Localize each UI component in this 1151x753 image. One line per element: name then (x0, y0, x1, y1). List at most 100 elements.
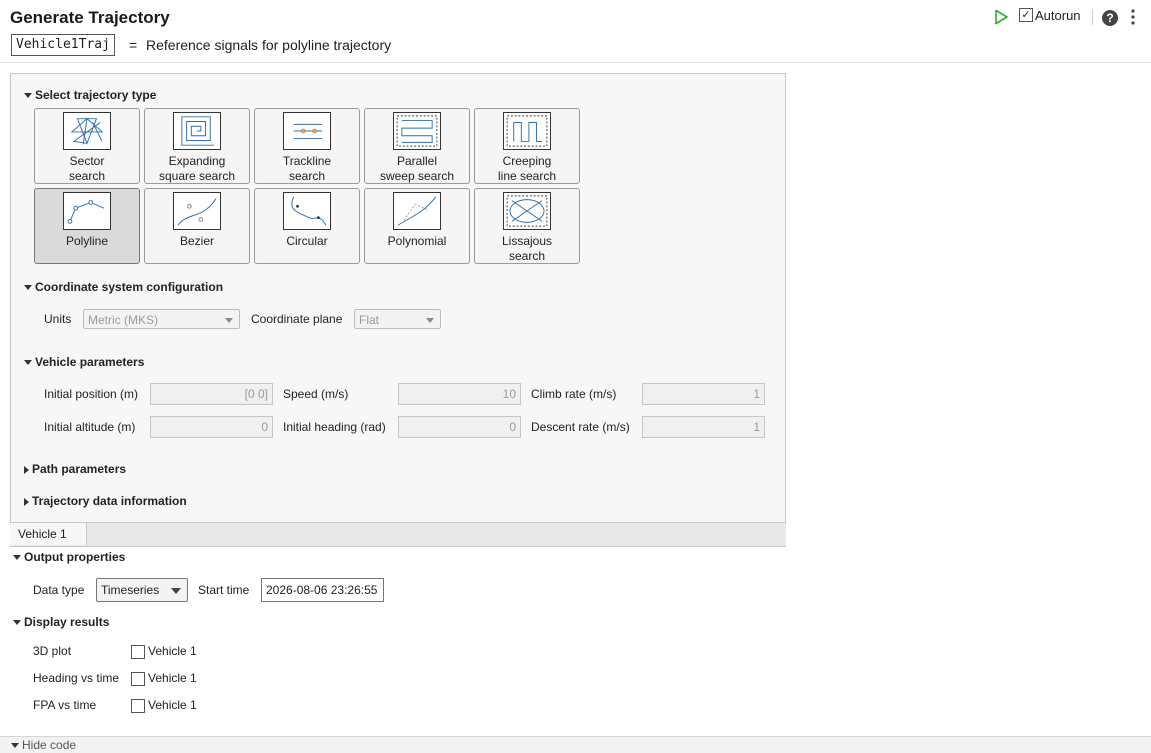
initial-position-field[interactable]: [0 0] (150, 383, 273, 405)
section-heading: Output properties (24, 550, 126, 564)
start-time-field[interactable]: 2026-08-06 23:26:55 (261, 578, 384, 602)
chevron-down-icon (426, 318, 434, 323)
tile-bezier[interactable]: Bezier (144, 188, 250, 264)
tile-sector-search[interactable]: Sector search (34, 108, 140, 184)
tile-label: Trackline search (282, 154, 332, 183)
caret-right-icon (24, 497, 29, 506)
chevron-down-icon (225, 318, 233, 323)
plot-3d-vehicle-1-label: Vehicle 1 (148, 644, 197, 658)
more-options-icon[interactable] (1128, 8, 1138, 26)
code-footer-bar (0, 736, 1151, 753)
creeping-line-search-icon (503, 112, 551, 150)
tile-expanding-square-search[interactable]: Expanding square search (144, 108, 250, 184)
trackline-search-icon (283, 112, 331, 150)
descent-rate-label: Descent rate (m/s) (531, 420, 630, 434)
tile-label: Sector search (68, 154, 106, 183)
fpa-vs-time-label: FPA vs time (33, 698, 97, 712)
section-vehicle-parameters[interactable]: Vehicle parameters (24, 355, 144, 369)
speed-label: Speed (m/s) (283, 387, 349, 401)
autorun-checkbox[interactable]: ✓ (1019, 8, 1033, 22)
coordinate-plane-value: Flat (359, 313, 380, 327)
units-dropdown[interactable]: Metric (MKS) (83, 309, 240, 329)
tile-creeping-line-search[interactable]: Creeping line search (474, 108, 580, 184)
tile-polyline[interactable]: Polyline (34, 188, 140, 264)
vehicle-tab-bar (10, 522, 786, 546)
tile-label: Lissajous search (501, 234, 553, 263)
units-label: Units (44, 312, 72, 326)
fpa-vs-time-vehicle-1-label: Vehicle 1 (148, 698, 197, 712)
tile-parallel-sweep-search[interactable]: Parallel sweep search (364, 108, 470, 184)
page-title: Generate Trajectory (10, 8, 170, 27)
section-heading: Coordinate system configuration (35, 280, 224, 294)
coordinate-plane-label: Coordinate plane (251, 312, 343, 326)
section-trajectory-data-information[interactable]: Trajectory data information (24, 494, 187, 508)
caret-down-icon (11, 743, 19, 749)
heading-vs-time-label: Heading vs time (33, 671, 120, 685)
caret-down-icon (24, 285, 32, 291)
output-variable-name[interactable]: Vehicle1Traj (11, 34, 115, 56)
fpa-vs-time-vehicle-1-checkbox[interactable] (131, 699, 145, 713)
section-select-trajectory-type[interactable]: Select trajectory type (24, 88, 156, 102)
run-icon[interactable] (993, 9, 1009, 25)
parallel-sweep-search-icon (393, 112, 441, 150)
section-display-results[interactable]: Display results (13, 615, 109, 629)
heading-vs-time-vehicle-1-checkbox[interactable] (131, 672, 145, 686)
initial-altitude-field[interactable]: 0 (150, 416, 273, 438)
circular-icon (283, 192, 331, 230)
tile-label: Creeping line search (497, 154, 557, 183)
chevron-down-icon (171, 588, 181, 594)
polynomial-icon (393, 192, 441, 230)
plot-3d-vehicle-1-checkbox[interactable] (131, 645, 145, 659)
plot-3d-label: 3D plot (33, 644, 72, 658)
tile-label: Polynomial (387, 234, 447, 248)
tile-label: Polyline (65, 234, 109, 248)
tile-label: Expanding square search (158, 154, 236, 183)
tile-label: Circular (286, 234, 328, 248)
hide-code-label: Hide code (22, 738, 77, 752)
section-heading: Display results (24, 615, 110, 629)
initial-heading-field[interactable]: 0 (398, 416, 521, 438)
task-description: Reference signals for polyline trajector… (146, 37, 392, 53)
units-value: Metric (MKS) (88, 313, 158, 327)
sector-search-icon (63, 112, 111, 150)
expanding-square-search-icon (173, 112, 221, 150)
tile-label: Bezier (179, 234, 214, 248)
tile-label: Parallel sweep search (379, 154, 455, 183)
climb-rate-field[interactable]: 1 (642, 383, 765, 405)
lissajous-search-icon (503, 192, 551, 230)
speed-field[interactable]: 10 (398, 383, 521, 405)
climb-rate-label: Climb rate (m/s) (531, 387, 617, 401)
hide-code-toggle[interactable]: Hide code (11, 738, 76, 752)
caret-right-icon (24, 465, 29, 474)
section-coordinate-system[interactable]: Coordinate system configuration (24, 280, 223, 294)
bezier-icon (173, 192, 221, 230)
caret-down-icon (24, 360, 32, 366)
descent-rate-field[interactable]: 1 (642, 416, 765, 438)
equals-sign: = (129, 37, 138, 53)
heading-vs-time-vehicle-1-label: Vehicle 1 (148, 671, 197, 685)
data-type-dropdown[interactable]: Timeseries (96, 578, 188, 602)
autorun-label: Autorun (1035, 8, 1081, 23)
initial-heading-label: Initial heading (rad) (283, 420, 386, 434)
tile-circular[interactable]: Circular (254, 188, 360, 264)
tile-trackline-search[interactable]: Trackline search (254, 108, 360, 184)
initial-altitude-label: Initial altitude (m) (44, 420, 136, 434)
polyline-icon (63, 192, 111, 230)
help-icon[interactable]: ? (1102, 10, 1118, 26)
section-heading: Path parameters (32, 462, 127, 476)
section-output-properties[interactable]: Output properties (13, 550, 125, 564)
tile-polynomial[interactable]: Polynomial (364, 188, 470, 264)
tile-lissajous-search[interactable]: Lissajous search (474, 188, 580, 264)
data-type-value: Timeseries (101, 583, 160, 597)
coordinate-plane-dropdown[interactable]: Flat (354, 309, 441, 329)
initial-position-label: Initial position (m) (44, 387, 139, 401)
start-time-label: Start time (198, 583, 250, 597)
tab-vehicle-1[interactable]: Vehicle 1 (10, 522, 87, 545)
caret-down-icon (13, 555, 21, 561)
caret-down-icon (24, 93, 32, 99)
section-path-parameters[interactable]: Path parameters (24, 462, 126, 476)
section-heading: Vehicle parameters (35, 355, 145, 369)
section-heading: Trajectory data information (32, 494, 187, 508)
data-type-label: Data type (33, 583, 85, 597)
header-divider (0, 62, 1151, 63)
